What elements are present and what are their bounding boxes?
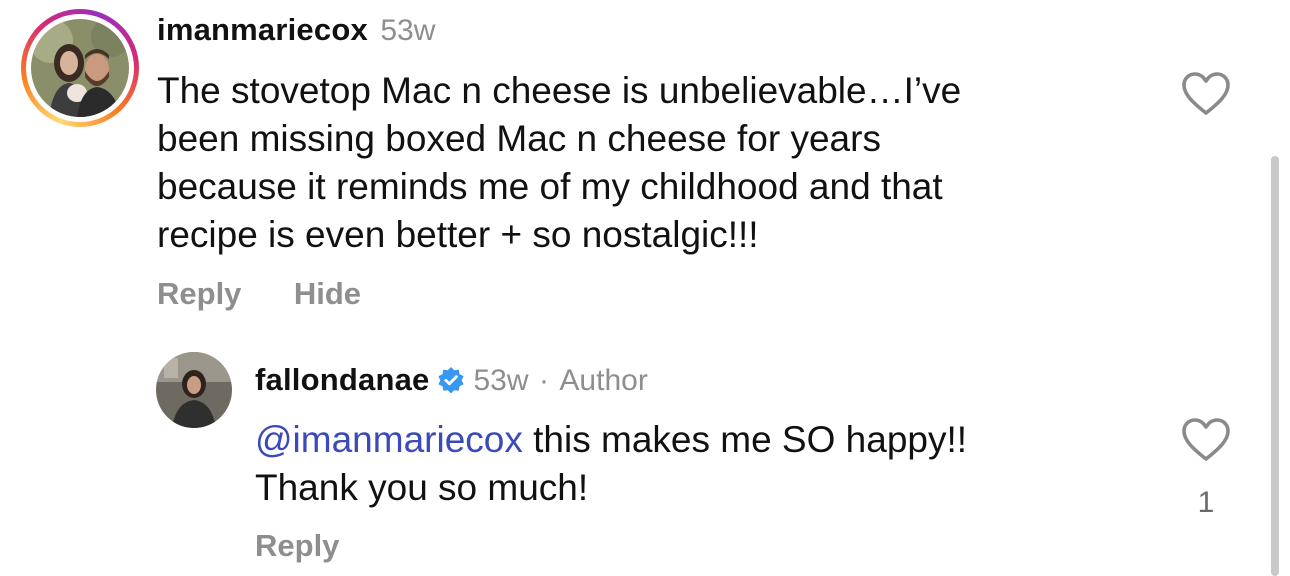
comment-username[interactable]: imanmariecox	[157, 12, 368, 47]
meta-separator: ·	[538, 364, 549, 397]
reply-text-line1: this makes me SO happy!!	[522, 419, 968, 460]
reply-reply-button[interactable]: Reply	[255, 528, 339, 563]
hide-button[interactable]: Hide	[294, 276, 361, 311]
avatar[interactable]	[31, 19, 129, 117]
reply-header: fallondanae 53w · Author	[255, 362, 648, 399]
comment-text: The stovetop Mac n cheese is unbelievabl…	[157, 70, 962, 255]
heart-outline-icon[interactable]	[1181, 417, 1231, 468]
reply-button[interactable]: Reply	[157, 276, 241, 311]
reply-text: @imanmariecox this makes me SO happy!! T…	[255, 416, 967, 512]
reply-actions: Reply	[255, 528, 339, 564]
like-count: 1	[1197, 486, 1215, 519]
author-label: Author	[559, 364, 648, 397]
reply-avatar-image	[156, 352, 232, 428]
comment-header: imanmariecox 53w	[157, 12, 435, 48]
scrollbar[interactable]	[1271, 156, 1279, 576]
reply-text-line2: Thank you so much!	[255, 467, 589, 508]
avatar-image	[31, 19, 129, 117]
reply-username[interactable]: fallondanae	[255, 362, 429, 397]
story-ring[interactable]	[21, 9, 139, 127]
comment-actions: Reply Hide	[157, 276, 361, 312]
reply-timestamp: 53w	[473, 364, 529, 397]
heart-outline-icon[interactable]	[1181, 71, 1231, 122]
mention-link[interactable]: @imanmariecox	[255, 419, 523, 460]
reply-avatar[interactable]	[156, 352, 232, 428]
comment-timestamp: 53w	[380, 14, 436, 47]
verified-badge-icon	[437, 366, 465, 399]
avatar-frame	[26, 14, 134, 122]
